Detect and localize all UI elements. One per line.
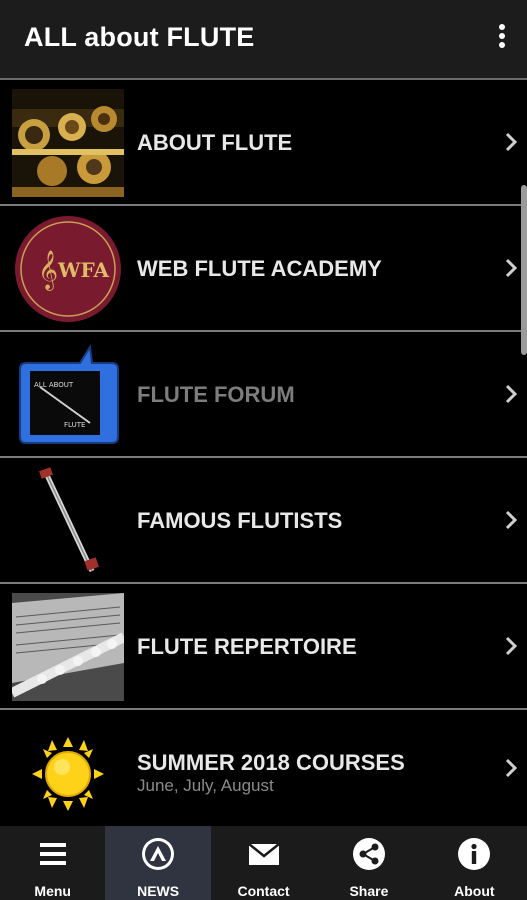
nav-label: NEWS	[137, 883, 180, 899]
nav-label: Contact	[237, 883, 290, 899]
sun-icon	[12, 719, 124, 827]
menu-list: ABOUT FLUTE 𝄞 WFA WEB FLUTE ACADEMY ALL …	[0, 80, 527, 826]
list-item-flute-repertoire[interactable]: FLUTE REPERTOIRE	[0, 584, 527, 710]
nav-contact[interactable]: Contact	[211, 826, 316, 900]
flute-diagonal-image	[12, 467, 124, 575]
nav-label: Menu	[34, 883, 71, 899]
scrollbar[interactable]	[521, 185, 527, 355]
svg-text:FLUTE: FLUTE	[64, 421, 85, 429]
list-item-summer-courses[interactable]: SUMMER 2018 COURSES June, July, August	[0, 710, 527, 826]
list-item-famous-flutists[interactable]: FAMOUS FLUTISTS	[0, 458, 527, 584]
overflow-menu-icon[interactable]	[495, 24, 509, 54]
info-icon	[458, 838, 491, 870]
app-title: ALL about FLUTE	[24, 22, 255, 52]
list-item-subtitle: June, July, August	[137, 776, 274, 795]
svg-text:ALL ABOUT: ALL ABOUT	[34, 381, 74, 389]
chevron-right-icon	[505, 510, 517, 530]
sheet-music-flute-image	[12, 593, 124, 701]
nav-news[interactable]: NEWS	[105, 826, 211, 900]
list-item-web-flute-academy[interactable]: 𝄞 WFA WEB FLUTE ACADEMY	[0, 206, 527, 332]
nav-about[interactable]: About	[422, 826, 527, 900]
wfa-logo-text: WFA	[57, 258, 109, 282]
share-icon	[352, 838, 385, 870]
list-item-label: SUMMER 2018 COURSES	[137, 750, 405, 775]
mail-icon	[247, 843, 280, 865]
list-item-label: FLUTE FORUM	[137, 382, 295, 407]
nav-share[interactable]: Share	[316, 826, 421, 900]
chevron-right-icon	[505, 258, 517, 278]
nav-label: Share	[349, 883, 389, 899]
bottom-navigation: Menu NEWS Contact Share About	[0, 826, 527, 900]
chevron-right-icon	[505, 384, 517, 404]
list-item-label: WEB FLUTE ACADEMY	[137, 256, 382, 281]
list-item-flute-forum[interactable]: ALL ABOUT FLUTE FLUTE FORUM	[0, 332, 527, 458]
flute-keys-image	[12, 89, 124, 197]
chevron-right-icon	[505, 758, 517, 778]
chevron-right-icon	[505, 132, 517, 152]
wfa-logo: 𝄞 WFA	[12, 215, 124, 323]
app-bar: ALL about FLUTE	[0, 0, 527, 80]
chevron-right-icon	[505, 636, 517, 656]
forum-chat-icon: ALL ABOUT FLUTE	[12, 341, 124, 449]
list-item-about-flute[interactable]: ABOUT FLUTE	[0, 80, 527, 206]
nav-menu[interactable]: Menu	[0, 826, 105, 900]
news-icon	[142, 838, 175, 870]
svg-text:𝄞: 𝄞	[38, 250, 58, 291]
list-item-label: FAMOUS FLUTISTS	[137, 508, 343, 533]
list-item-label: ABOUT FLUTE	[137, 130, 293, 155]
nav-label: About	[454, 883, 495, 899]
list-item-label: FLUTE REPERTOIRE	[137, 634, 357, 659]
menu-icon	[39, 843, 66, 865]
